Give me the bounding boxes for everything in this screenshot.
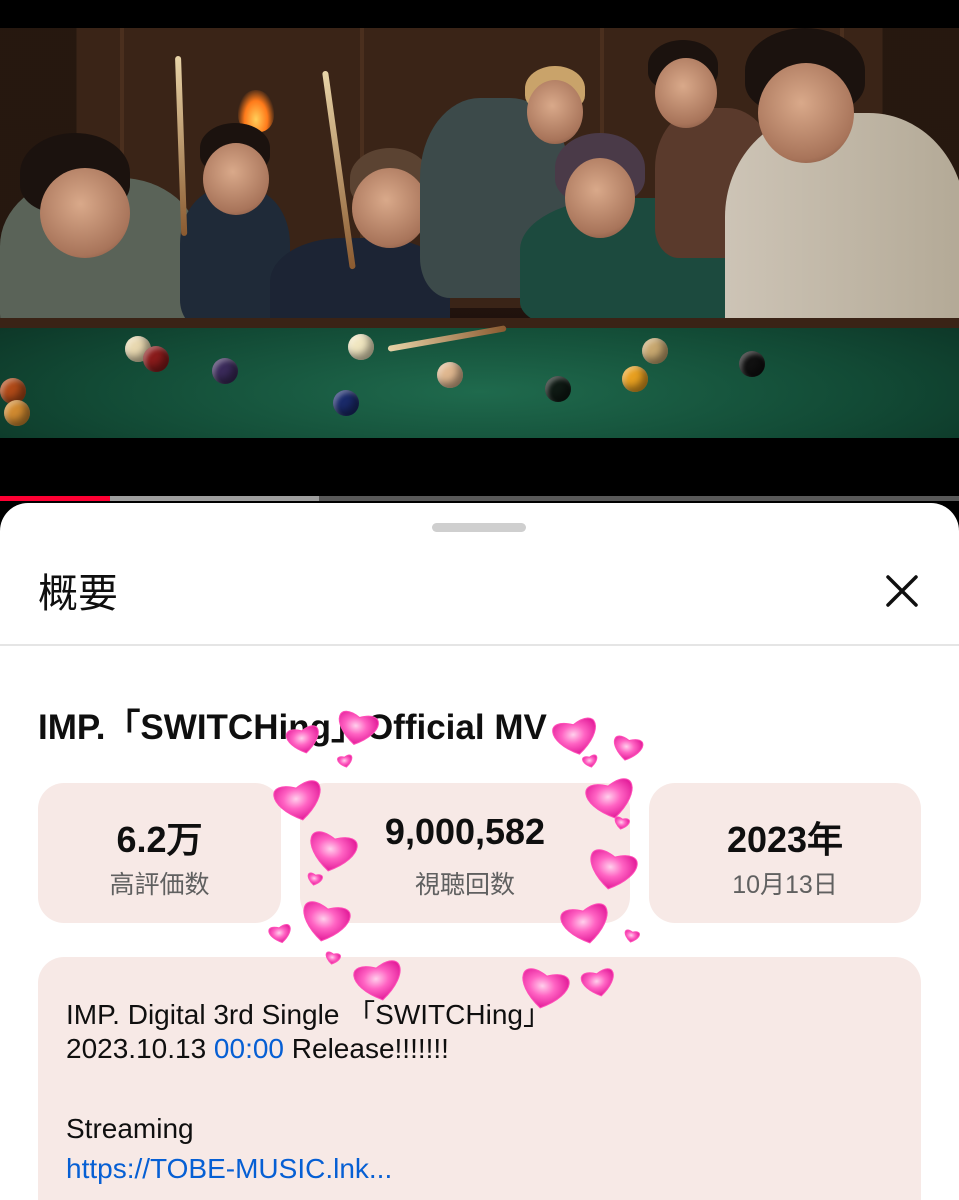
stat-date: 2023年 10月13日 <box>649 783 921 923</box>
description-line-3: Streaming <box>66 1113 194 1144</box>
ball-7 <box>545 376 571 402</box>
person-5-head <box>565 158 635 238</box>
ball-8 <box>622 366 648 392</box>
person-2-head <box>203 143 269 215</box>
sheet-title: 概要 <box>38 571 118 617</box>
description-sheet: 概要 IMP.「SWITCHing」Official MV 6.2万 高評価数 … <box>0 503 959 1200</box>
video-progress-bar[interactable] <box>0 496 959 501</box>
person-6-head <box>655 58 717 128</box>
timestamp-link[interactable]: 00:00 <box>214 1033 284 1064</box>
person-3-head <box>352 168 428 248</box>
person-7-head <box>758 63 854 163</box>
ball-2 <box>143 346 169 372</box>
likes-count: 6.2万 <box>116 819 203 860</box>
stat-views: 9,000,582 視聴回数 <box>300 783 630 923</box>
likes-label: 高評価数 <box>109 871 210 899</box>
views-label: 視聴回数 <box>414 871 515 899</box>
description-line-2: 2023.10.13 00:00 Release!!!!!!! <box>66 1033 449 1065</box>
video-player[interactable] <box>0 28 959 438</box>
ball-9 <box>642 338 668 364</box>
streaming-link[interactable]: https://TOBE-MUSIC.lnk... <box>66 1153 392 1185</box>
publish-year: 2023年 <box>726 819 844 860</box>
publish-date: 10月13日 <box>732 871 838 899</box>
ball-10 <box>739 351 765 377</box>
description-line-1: IMP. Digital 3rd Single 「SWITCHing」 <box>66 999 551 1030</box>
ball-5 <box>437 362 463 388</box>
divider <box>0 644 959 646</box>
description-box[interactable]: IMP. Digital 3rd Single 「SWITCHing」 2023… <box>38 957 921 1200</box>
person-4-head <box>527 80 583 144</box>
progress-played <box>0 496 111 501</box>
release-text: Release!!!!!!! <box>284 1033 449 1064</box>
close-icon <box>886 575 918 607</box>
close-button[interactable] <box>874 563 930 619</box>
ball-12 <box>4 400 30 426</box>
ball-6 <box>333 390 359 416</box>
drag-handle[interactable] <box>432 523 526 532</box>
video-title: IMP.「SWITCHing」Official MV <box>38 708 547 747</box>
stat-likes: 6.2万 高評価数 <box>38 783 281 923</box>
ball-4 <box>348 334 374 360</box>
views-count: 9,000,582 <box>384 811 546 852</box>
screen: 概要 IMP.「SWITCHing」Official MV 6.2万 高評価数 … <box>0 0 959 1200</box>
release-date: 2023.10.13 <box>66 1033 214 1064</box>
pool-table <box>0 318 959 438</box>
ball-3 <box>212 358 238 384</box>
person-1-head <box>40 168 130 258</box>
